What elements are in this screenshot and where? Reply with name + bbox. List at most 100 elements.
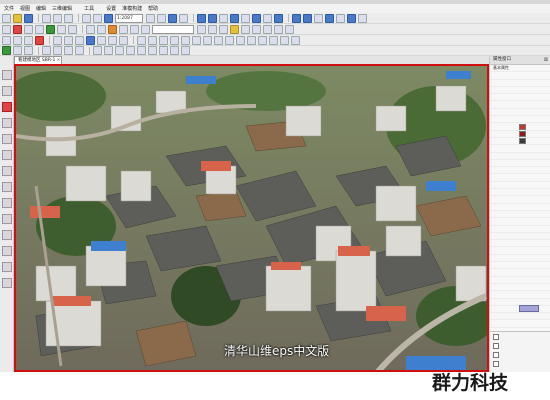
toolbar-icon[interactable] [170,46,179,55]
menu-model-build[interactable]: 准模构建 [122,5,142,12]
toolbar-icon[interactable] [358,13,367,23]
toolbar-icon[interactable] [119,35,128,45]
undo-icon[interactable] [82,13,91,23]
option-row[interactable] [490,359,550,368]
property-row[interactable]: 基本属性 [490,65,550,73]
toolbar-icon[interactable] [108,24,117,34]
pan-tool-icon[interactable] [1,86,12,96]
toolbar-icon[interactable] [104,46,113,55]
option-checkbox[interactable] [493,342,499,349]
property-row[interactable] [490,87,550,95]
toolbar-icon[interactable] [197,13,206,23]
property-row[interactable] [490,109,550,117]
toolbar-icon[interactable] [263,13,272,23]
property-row[interactable] [490,130,550,138]
map-3d-viewport[interactable]: 清华山维eps中文版 [14,64,489,372]
toolbar-icon[interactable] [53,35,62,45]
property-row[interactable] [490,305,550,314]
toolbar-icon[interactable] [75,35,84,45]
toolbar-icon[interactable] [35,24,44,34]
property-row[interactable] [490,313,550,321]
tool-icon[interactable] [1,246,12,256]
option-row[interactable] [490,332,550,341]
toolbar-icon[interactable] [75,46,84,55]
toolbar-icon[interactable] [141,24,150,34]
option-row[interactable] [490,341,550,350]
toolbar-icon[interactable] [347,13,356,23]
property-row[interactable] [490,101,550,109]
property-row[interactable] [490,291,550,299]
toolbar-icon[interactable] [225,35,234,45]
property-row[interactable] [490,145,550,153]
toolbar-icon[interactable] [208,24,217,34]
toolbar-icon[interactable] [285,24,294,34]
toolbar-icon[interactable] [168,13,177,23]
toolbar-icon[interactable] [157,13,166,23]
property-row[interactable] [490,167,550,175]
toolbar-icon[interactable] [247,35,256,45]
toolbar-icon[interactable] [170,35,179,45]
tool-icon[interactable] [1,166,12,176]
open-folder-icon[interactable] [13,13,22,23]
property-row[interactable] [490,277,550,284]
property-row[interactable] [490,94,550,102]
toolbar-icon[interactable] [2,46,11,55]
toolbar-icon[interactable] [252,13,261,23]
tool-icon[interactable] [1,278,12,288]
property-row[interactable] [490,255,550,263]
toolbar-icon[interactable] [57,24,66,34]
toolbar-icon[interactable] [179,13,188,23]
tool-icon[interactable] [1,134,12,144]
toolbar-icon[interactable] [13,35,22,45]
toolbar-icon[interactable] [274,24,283,34]
toolbar-icon[interactable] [336,13,345,23]
toolbar-icon[interactable] [258,35,267,45]
select-tool-icon[interactable] [1,70,12,80]
tool-icon[interactable] [1,214,12,224]
tool-icon[interactable] [1,150,12,160]
toolbar-icon[interactable] [236,35,245,45]
toolbar-icon[interactable] [241,24,250,34]
paste-icon[interactable] [64,13,73,23]
toolbar-icon[interactable] [68,24,77,34]
toolbar-icon[interactable] [280,35,289,45]
draw-tool-icon[interactable] [1,102,12,112]
property-row[interactable] [490,174,550,182]
tool-icon[interactable] [1,230,12,240]
toolbar-icon[interactable] [159,35,168,45]
toolbar-icon[interactable] [269,35,278,45]
option-checkbox[interactable] [493,351,499,358]
property-row[interactable] [490,138,550,146]
color-swatch[interactable] [519,130,526,137]
toolbar-icon[interactable] [230,13,239,23]
selected-value[interactable] [519,305,539,313]
toolbar-icon[interactable] [46,24,55,34]
toolbar-icon[interactable] [230,24,239,34]
property-row[interactable] [490,240,550,248]
toolbar-icon[interactable] [35,35,44,45]
toolbar-icon[interactable] [126,46,135,55]
toolbar-icon[interactable] [86,35,95,45]
property-row[interactable] [490,189,550,197]
copy-icon[interactable] [53,13,62,23]
property-row[interactable] [490,123,550,131]
property-row[interactable] [490,320,550,328]
toolbar-icon[interactable] [314,13,323,23]
property-row[interactable] [490,160,550,168]
property-row[interactable] [490,233,550,241]
scale-combo[interactable]: 1:2087 [115,13,143,23]
option-row[interactable] [490,350,550,359]
toolbar-icon[interactable] [2,24,11,34]
menu-3d-edit[interactable]: 三维编辑 [52,5,72,12]
toolbar-icon[interactable] [274,13,283,23]
property-row[interactable] [490,196,550,204]
toolbar-icon[interactable] [130,24,139,34]
toolbar-icon[interactable] [115,46,124,55]
property-row[interactable] [490,116,550,124]
toolbar-icon[interactable] [303,13,312,23]
toolbar-icon[interactable] [13,46,22,55]
toolbar-icon[interactable] [97,35,106,45]
measure-tool-icon[interactable] [1,118,12,128]
new-file-icon[interactable] [2,13,11,23]
toolbar-icon[interactable] [137,46,146,55]
